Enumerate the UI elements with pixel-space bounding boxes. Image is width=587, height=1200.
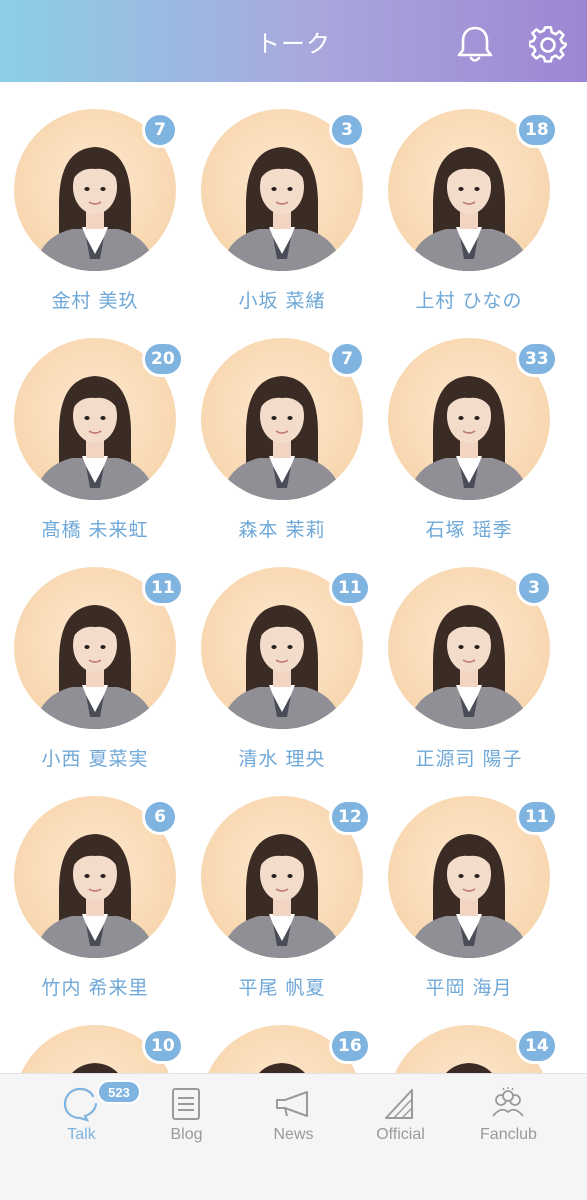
member-name: 森本 茉莉 — [238, 519, 326, 541]
unread-count-badge: 33 — [516, 341, 558, 377]
tab-fanclub[interactable]: Fanclub — [450, 1074, 567, 1164]
member-name: 上村 ひなの — [415, 290, 523, 312]
unread-count-badge: 16 — [329, 1028, 371, 1064]
member-card[interactable]: 11 平岡 海月 — [374, 769, 564, 999]
member-card[interactable]: 14 — [374, 998, 564, 1073]
member-card[interactable]: 16 — [187, 998, 377, 1073]
member-card[interactable]: 3 小坂 菜緒 — [187, 82, 377, 312]
page-title: トーク — [256, 29, 331, 58]
tab-label: Official — [376, 1126, 425, 1143]
unread-count-badge: 11 — [516, 799, 558, 835]
member-card[interactable]: 7 森本 茉莉 — [187, 311, 377, 541]
unread-count-badge: 10 — [142, 1028, 184, 1064]
member-name: 平尾 帆夏 — [238, 977, 326, 999]
member-name: 平岡 海月 — [425, 977, 513, 999]
member-card[interactable]: 6 竹内 希来里 — [0, 769, 190, 999]
tab-label: Blog — [170, 1126, 203, 1143]
member-name: 髙橋 未来虹 — [41, 519, 149, 541]
settings-gear-icon[interactable] — [528, 26, 568, 64]
tab-blog[interactable]: Blog — [128, 1074, 245, 1164]
unread-count-badge: 7 — [142, 112, 178, 148]
member-name: 小坂 菜緒 — [238, 290, 326, 312]
unread-count-badge: 7 — [329, 341, 365, 377]
member-grid: 7 金村 美玖 3 小坂 菜緒 18 上村 ひなの 20 髙橋 未来虹 7 森本 茉莉 33 石塚 瑶… — [0, 82, 587, 1073]
member-name: 石塚 瑶季 — [425, 519, 513, 541]
tab-official[interactable]: Official — [342, 1074, 459, 1164]
unread-count-badge: 14 — [516, 1028, 558, 1064]
unread-count-badge: 20 — [142, 341, 184, 377]
member-card[interactable]: 20 髙橋 未来虹 — [0, 311, 190, 541]
unread-count-badge: 12 — [329, 799, 371, 835]
blog-document-icon — [166, 1086, 206, 1122]
member-card[interactable]: 3 正源司 陽子 — [374, 540, 564, 770]
tab-label: News — [273, 1126, 314, 1143]
member-card[interactable]: 18 上村 ひなの — [374, 82, 564, 312]
unread-count-badge: 3 — [516, 570, 552, 606]
member-card[interactable]: 7 金村 美玖 — [0, 82, 190, 312]
member-name: 正源司 陽子 — [415, 748, 523, 770]
talk-bubble-icon — [61, 1086, 101, 1122]
unread-count-badge: 6 — [142, 799, 178, 835]
member-card[interactable]: 11 清水 理央 — [187, 540, 377, 770]
official-logo-icon — [380, 1086, 420, 1122]
tab-label: Talk — [67, 1126, 96, 1143]
member-name: 清水 理央 — [238, 748, 326, 770]
member-name: 竹内 希来里 — [41, 977, 149, 999]
member-card[interactable]: 12 平尾 帆夏 — [187, 769, 377, 999]
tab-label: Fanclub — [480, 1126, 537, 1143]
megaphone-icon — [273, 1086, 313, 1122]
member-name: 小西 夏菜実 — [41, 748, 149, 770]
member-card[interactable]: 10 — [0, 998, 190, 1073]
unread-count-badge: 3 — [329, 112, 365, 148]
member-card[interactable]: 33 石塚 瑶季 — [374, 311, 564, 541]
unread-count-badge: 11 — [329, 570, 371, 606]
fanclub-group-icon — [488, 1086, 528, 1122]
app-header: トーク — [0, 0, 587, 82]
unread-count-badge: 18 — [516, 112, 558, 148]
member-name: 金村 美玖 — [51, 290, 139, 312]
tab-talk[interactable]: 523 Talk — [23, 1074, 141, 1164]
tab-news[interactable]: News — [235, 1074, 352, 1164]
bottom-tab-bar: 523 Talk Blog News Official Fanclub — [0, 1073, 587, 1200]
unread-count-badge: 11 — [142, 570, 184, 606]
notifications-bell-icon[interactable] — [456, 24, 494, 64]
member-card[interactable]: 11 小西 夏菜実 — [0, 540, 190, 770]
